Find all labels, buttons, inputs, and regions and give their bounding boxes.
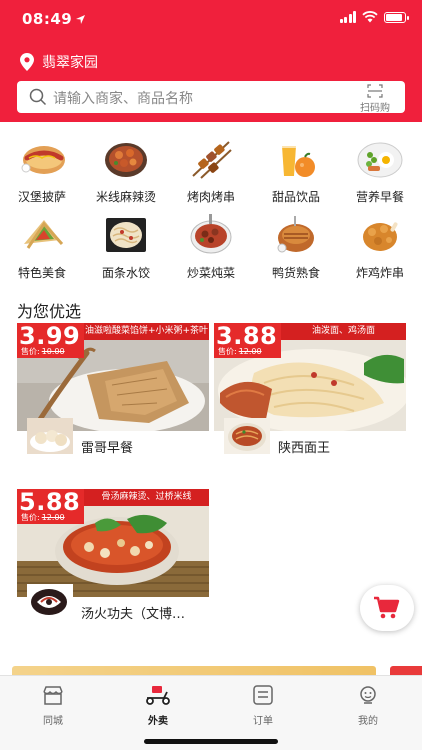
store-logo bbox=[27, 584, 73, 620]
original-price: 售价: 12.00 bbox=[218, 347, 262, 356]
store-logo bbox=[27, 418, 73, 454]
promo-banner: 油滋啦酸菜馅饼+小米粥+茶叶 bbox=[84, 323, 209, 340]
tab-profile[interactable]: 我的 bbox=[333, 684, 403, 727]
home-indicator bbox=[144, 739, 278, 744]
tab-label: 同城 bbox=[43, 716, 63, 727]
store-logo bbox=[224, 418, 270, 454]
shop-icon bbox=[43, 686, 63, 705]
category-rice-noodle[interactable]: 米线麻辣烫 bbox=[91, 138, 161, 205]
store-card[interactable]: 3.88 售价: 12.00 油泼面、鸡汤面 陕西面王 bbox=[214, 322, 406, 463]
wrap-icon bbox=[24, 220, 64, 249]
discount-price-badge: 3.99 售价: 10.00 bbox=[17, 322, 84, 358]
category-breakfast[interactable]: 营养早餐 bbox=[345, 138, 415, 205]
battery-icon bbox=[384, 11, 409, 23]
store-name: 陕西面王 bbox=[278, 441, 331, 456]
skewer-icon bbox=[192, 141, 232, 179]
wifi-icon bbox=[362, 11, 378, 23]
search-bar[interactable]: 请输入商家、商品名称 扫码购 bbox=[17, 81, 405, 114]
scan-icon bbox=[367, 84, 383, 98]
duck-icon bbox=[277, 216, 314, 253]
category-skewer[interactable]: 烤肉烤串 bbox=[176, 138, 246, 205]
tab-label: 我的 bbox=[358, 716, 378, 727]
category-label: 汉堡披萨 bbox=[17, 190, 66, 204]
category-label: 米线麻辣烫 bbox=[95, 190, 156, 204]
store-name: 雷哥早餐 bbox=[81, 441, 134, 456]
category-label: 面条水饺 bbox=[101, 266, 150, 280]
location-address: 翡翠家园 bbox=[42, 55, 98, 71]
scan-label: 扫码购 bbox=[360, 103, 390, 114]
order-icon bbox=[253, 685, 273, 705]
search-icon bbox=[29, 88, 47, 106]
shopping-cart-icon bbox=[374, 596, 400, 619]
category-label: 营养早餐 bbox=[355, 190, 404, 204]
status-bar: 08:49 bbox=[0, 0, 422, 40]
tab-local[interactable]: 同城 bbox=[18, 684, 88, 727]
category-label: 特色美食 bbox=[17, 266, 66, 280]
discount-price-badge: 5.88 售价: 12.00 bbox=[17, 488, 84, 524]
scan-button[interactable]: 扫码购 bbox=[353, 83, 397, 114]
location-arrow-icon bbox=[76, 15, 85, 24]
discount-price-badge: 3.88 售价: 12.00 bbox=[214, 322, 281, 358]
stew-icon bbox=[190, 214, 232, 254]
hamburger-pizza-icon bbox=[21, 146, 65, 174]
promo-banner: 油泼面、鸡汤面 bbox=[281, 323, 406, 340]
tab-takeout[interactable]: 外卖 bbox=[123, 684, 193, 727]
category-noodle[interactable]: 面条水饺 bbox=[91, 214, 161, 281]
noodle-icon bbox=[106, 218, 146, 252]
category-stew[interactable]: 炒菜炖菜 bbox=[176, 214, 246, 281]
cart-button[interactable] bbox=[360, 585, 414, 631]
search-input[interactable]: 请输入商家、商品名称 bbox=[53, 88, 193, 108]
tab-label: 订单 bbox=[253, 716, 273, 727]
fried-chicken-icon bbox=[363, 222, 398, 251]
category-duck[interactable]: 鸭货熟食 bbox=[261, 214, 331, 281]
category-label: 烤肉烤串 bbox=[186, 190, 235, 204]
profile-icon bbox=[360, 686, 376, 704]
store-name: 汤火功夫（文博… bbox=[81, 607, 186, 622]
original-price: 售价: 10.00 bbox=[21, 347, 65, 356]
store-card[interactable]: 3.99 售价: 10.00 油滋啦酸菜馅饼+小米粥+茶叶 雷哥早餐 bbox=[17, 322, 209, 463]
tab-label: 外卖 bbox=[148, 716, 168, 727]
dessert-drink-icon bbox=[282, 144, 315, 177]
category-dessert-drink[interactable]: 甜品饮品 bbox=[261, 138, 331, 205]
rice-noodle-icon bbox=[105, 143, 147, 177]
breakfast-icon bbox=[357, 142, 403, 178]
category-fried-chicken[interactable]: 炸鸡炸串 bbox=[345, 214, 415, 281]
section-title: 为您优选 bbox=[17, 302, 82, 321]
tab-orders[interactable]: 订单 bbox=[228, 684, 298, 727]
location-selector[interactable]: 翡翠家园 bbox=[20, 52, 98, 72]
header: 08:49 翡翠家园 请输入商家、商品名称 扫码购 bbox=[0, 0, 422, 122]
category-label: 炒菜炖菜 bbox=[186, 266, 235, 280]
category-label: 甜品饮品 bbox=[271, 190, 320, 204]
location-pin-icon bbox=[20, 53, 34, 71]
category-hamburger-pizza[interactable]: 汉堡披萨 bbox=[7, 138, 77, 205]
category-wrap[interactable]: 特色美食 bbox=[7, 214, 77, 281]
category-label: 炸鸡炸串 bbox=[355, 266, 404, 280]
store-card[interactable]: 5.88 售价: 12.00 骨汤麻辣烫、过桥米线 汤火功夫（文博… bbox=[17, 488, 209, 629]
status-time: 08:49 bbox=[22, 10, 73, 28]
original-price: 售价: 12.00 bbox=[21, 513, 65, 522]
category-label: 鸭货熟食 bbox=[271, 266, 320, 280]
scooter-icon bbox=[146, 686, 170, 705]
promo-banner: 骨汤麻辣烫、过桥米线 bbox=[84, 489, 209, 506]
cellular-signal-icon bbox=[339, 11, 356, 23]
